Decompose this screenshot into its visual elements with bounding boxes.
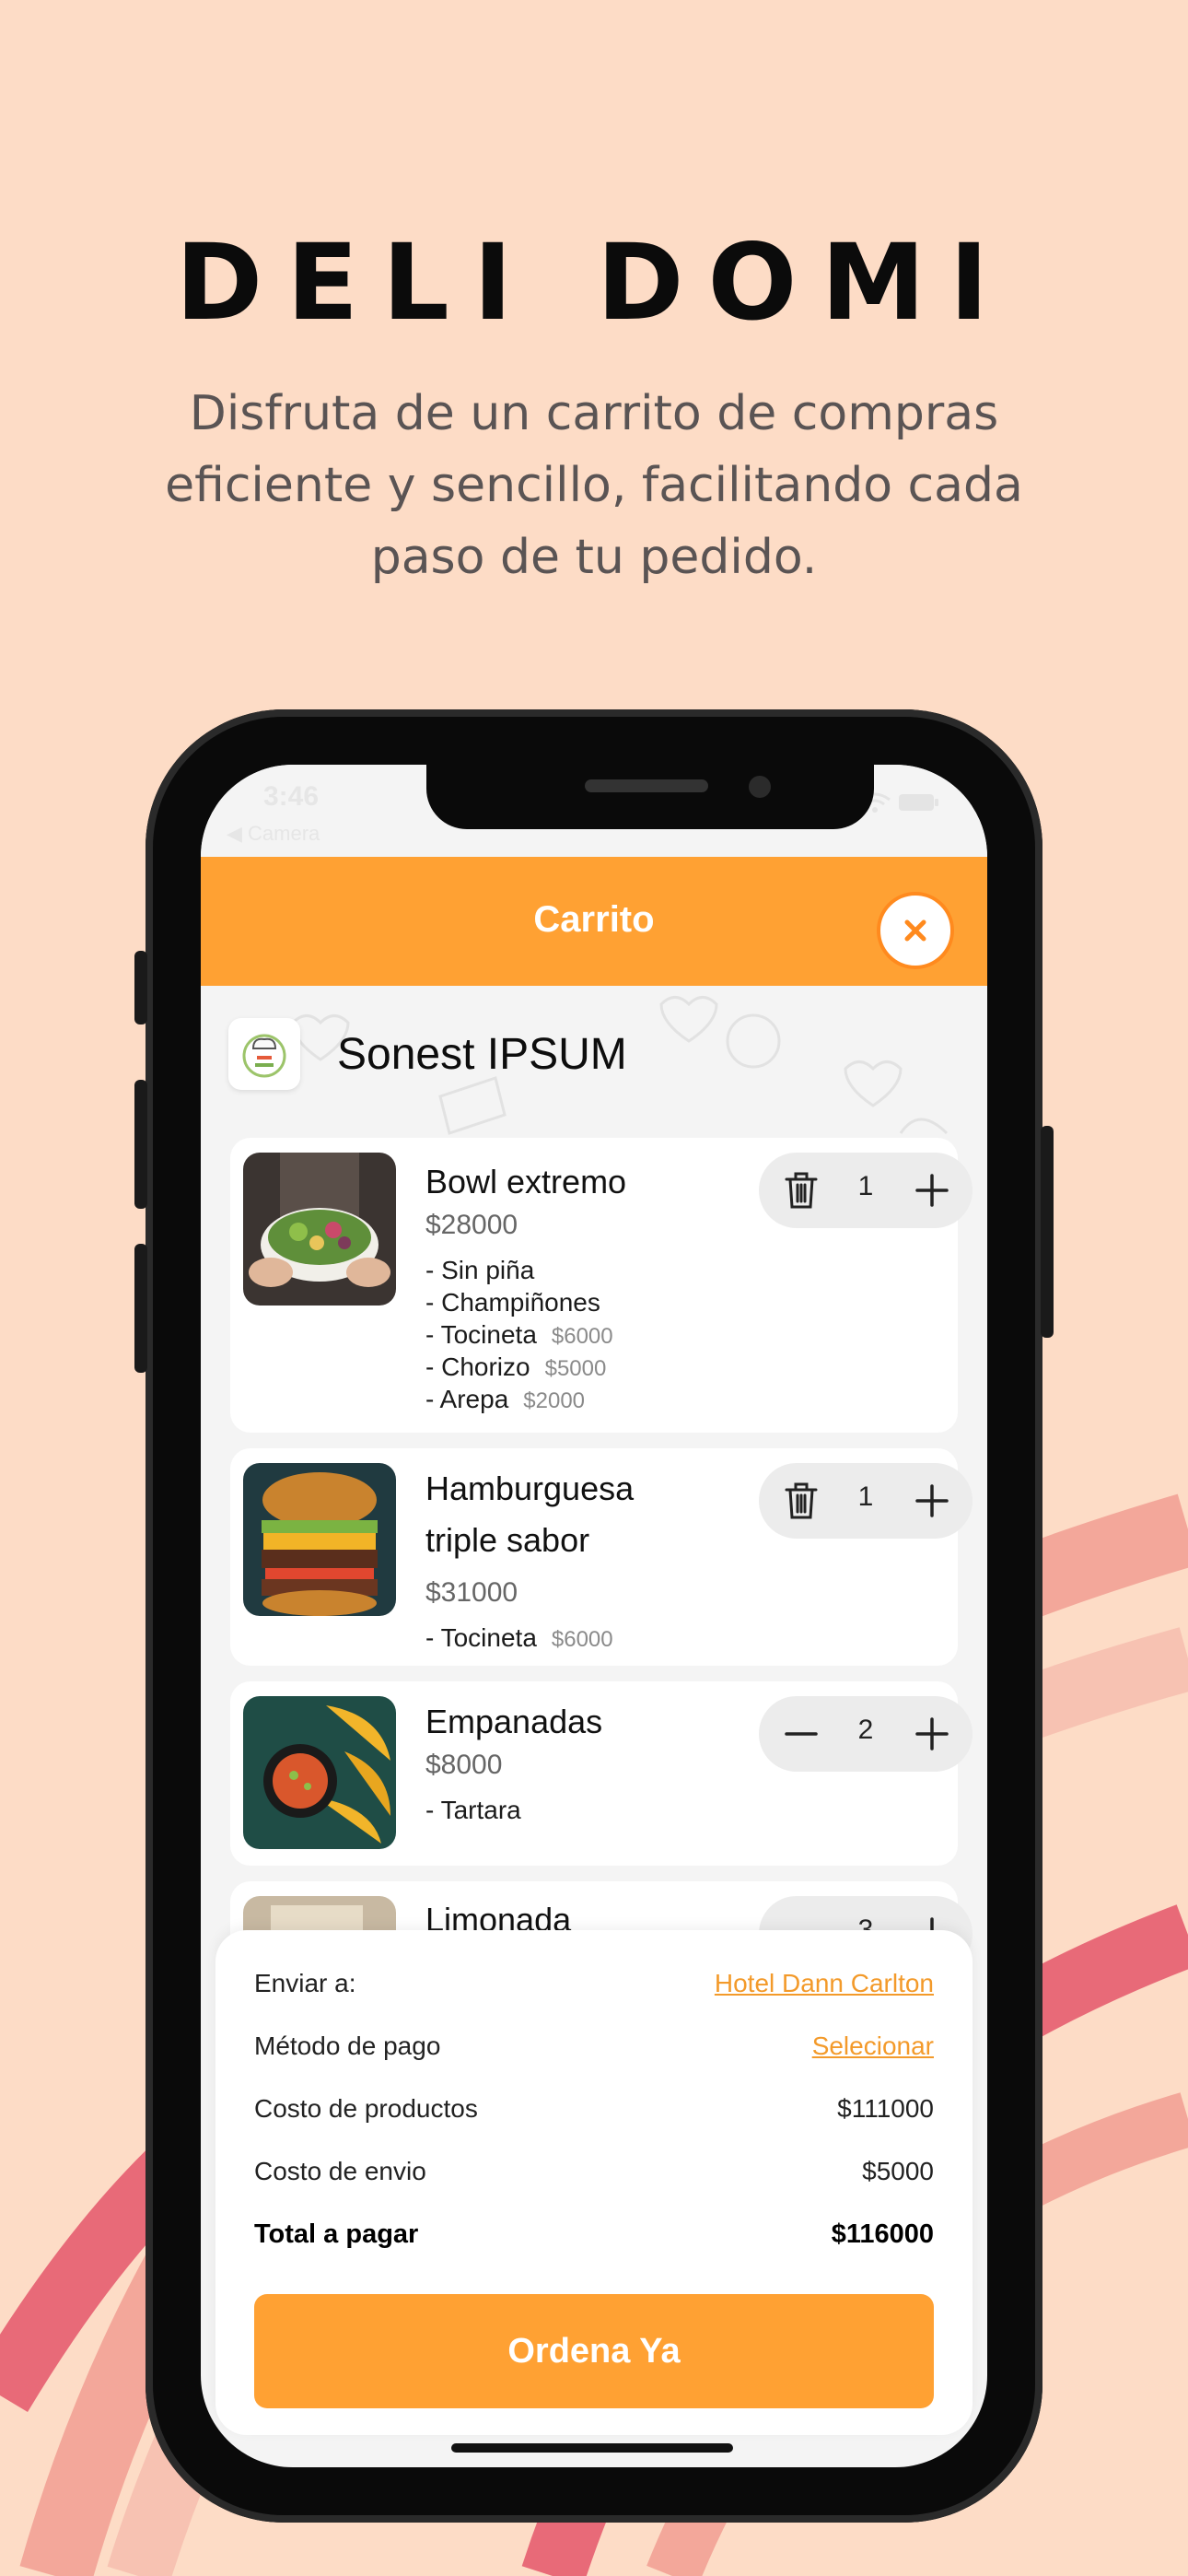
total-row: Total a pagar $116000: [254, 2219, 934, 2266]
close-icon: [904, 919, 926, 942]
cart-item-card: Bowl extremo $28000 - Sin piña - Champiñ…: [230, 1138, 973, 1433]
promo-subtitle: Disfruta de un carrito de compras eficie…: [165, 386, 1023, 585]
header-title: Carrito: [533, 899, 655, 940]
item-name: Bowl extremo: [425, 1163, 627, 1200]
item-price: $8000: [425, 1750, 503, 1780]
cart-item-card: Hamburguesa triple sabor $31000 - Tocine…: [230, 1448, 973, 1666]
plus-icon[interactable]: [910, 1168, 954, 1212]
item-option: - Tocineta $6000: [425, 1623, 613, 1652]
plus-icon[interactable]: [910, 1479, 954, 1523]
phone-screen: 3:46 ◀ Camera Carrito Sonest IPSUM Bowl …: [201, 765, 987, 2467]
item-price: $28000: [425, 1210, 518, 1240]
plus-icon[interactable]: [910, 1712, 954, 1756]
chef-logo-icon: [242, 1034, 286, 1078]
ship-to-row: Enviar a: Hotel Dann Carlton: [254, 1969, 934, 2015]
item-option: - Tartara: [425, 1796, 521, 1824]
home-indicator: [451, 2443, 733, 2453]
notch-camera: [749, 776, 771, 798]
quantity-stepper: 2: [759, 1696, 973, 1772]
item-option: - Champiñones: [425, 1288, 600, 1317]
order-summary-sheet: Enviar a: Hotel Dann Carlton Método de p…: [215, 1930, 973, 2435]
shipping-cost-value: $5000: [862, 2157, 934, 2185]
phone-side-button: [1041, 1126, 1054, 1338]
item-option: - Arepa $2000: [425, 1385, 586, 1413]
phone-side-button: [134, 951, 147, 1025]
item-option: - Sin piña: [425, 1256, 535, 1284]
option-extra-price: $5000: [544, 1356, 607, 1381]
payment-method-link[interactable]: Selecionar: [812, 2032, 934, 2061]
shipping-cost-row: Costo de envio $5000: [254, 2157, 934, 2203]
cart-header: Carrito: [201, 857, 987, 986]
option-extra-price: $2000: [523, 1388, 586, 1413]
total-label: Total a pagar: [254, 2219, 419, 2249]
shipping-cost-label: Costo de envio: [254, 2157, 426, 2185]
cart-item-card: Empanadas $8000 - Tartara 2: [230, 1681, 973, 1866]
quantity-stepper: 1: [759, 1463, 973, 1539]
products-cost-label: Costo de productos: [254, 2094, 478, 2123]
ship-to-label: Enviar a:: [254, 1969, 356, 1997]
quantity-stepper: 1: [759, 1153, 973, 1228]
phone-side-button: [134, 1080, 147, 1209]
restaurant-logo: [228, 1018, 300, 1090]
close-button[interactable]: [877, 892, 954, 969]
promo-headline: DELI DOMI: [175, 221, 1013, 344]
status-back-link[interactable]: ◀ Camera: [227, 822, 320, 846]
item-price: $31000: [425, 1577, 518, 1608]
total-value: $116000: [831, 2219, 934, 2249]
item-name-line1: Hamburguesa: [425, 1469, 635, 1507]
products-cost-value: $111000: [837, 2094, 934, 2123]
item-option: - Tocineta $6000: [425, 1320, 613, 1349]
products-cost-row: Costo de productos $111000: [254, 2094, 934, 2140]
order-now-button[interactable]: Ordena Ya: [254, 2294, 934, 2408]
payment-method-label: Método de pago: [254, 2032, 441, 2060]
option-extra-price: $6000: [551, 1627, 613, 1652]
restaurant-header: Sonest IPSUM: [228, 1018, 965, 1101]
payment-method-row: Método de pago Selecionar: [254, 2032, 934, 2078]
phone-side-button: [134, 1244, 147, 1373]
item-image-empanadas: [243, 1696, 396, 1849]
ship-to-link[interactable]: Hotel Dann Carlton: [715, 1969, 934, 1998]
item-name: Empanadas: [425, 1703, 603, 1740]
restaurant-name: Sonest IPSUM: [337, 1030, 627, 1079]
option-extra-price: $6000: [551, 1324, 613, 1349]
status-time: 3:46: [263, 781, 320, 812]
item-image-bowl: [243, 1153, 396, 1306]
phone-notch: [426, 765, 874, 829]
item-option: - Chorizo $5000: [425, 1352, 607, 1381]
notch-speaker: [585, 779, 708, 792]
item-name-line2: triple sabor: [425, 1521, 590, 1559]
phone-frame: 3:46 ◀ Camera Carrito Sonest IPSUM Bowl …: [134, 709, 1054, 2523]
item-image-burger: [243, 1463, 396, 1616]
